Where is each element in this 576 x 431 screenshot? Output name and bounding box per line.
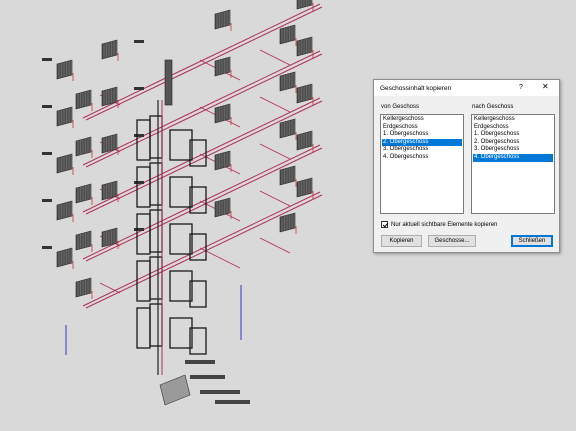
radiator-shape bbox=[296, 130, 313, 151]
dimension-label bbox=[134, 181, 144, 184]
close-dialog-button[interactable]: Schließen bbox=[511, 235, 553, 247]
shaft-frame bbox=[169, 270, 193, 302]
boiler-annotation bbox=[200, 390, 240, 394]
pipe-branch bbox=[259, 237, 291, 254]
radiator-shape bbox=[214, 150, 231, 171]
pipe-branch bbox=[259, 96, 291, 113]
radiator-shape bbox=[75, 136, 92, 157]
floor-list-item[interactable]: 4. Obergeschoss bbox=[473, 153, 553, 162]
dimension-label bbox=[134, 134, 144, 137]
pipe-run bbox=[85, 122, 179, 168]
shaft-frame bbox=[149, 209, 163, 253]
dimension-label bbox=[134, 40, 144, 43]
boiler-unit bbox=[159, 374, 191, 406]
pipe-branch bbox=[259, 49, 291, 66]
radiator-shape bbox=[56, 106, 73, 127]
copy-button[interactable]: Kopieren bbox=[381, 235, 422, 247]
chimney bbox=[164, 59, 173, 106]
floors-button[interactable]: Geschosse... bbox=[428, 235, 476, 247]
floor-list-item[interactable]: Erdgeschoss bbox=[473, 124, 553, 132]
floor-list-item[interactable]: 4. Obergeschoss bbox=[382, 154, 462, 162]
radiator-shape bbox=[279, 71, 296, 92]
pipe-branch bbox=[259, 143, 291, 160]
help-icon[interactable]: ? bbox=[519, 84, 523, 91]
visible-only-checkbox-label: Nur aktuell sichtbare Elemente kopieren bbox=[391, 222, 498, 228]
shaft-frame bbox=[169, 223, 193, 255]
floor-list-item[interactable]: Kellergeschoss bbox=[382, 116, 462, 124]
radiator-shape bbox=[279, 165, 296, 186]
pipe-run bbox=[175, 97, 321, 168]
radiator-shape bbox=[56, 153, 73, 174]
pipe-run bbox=[85, 75, 179, 121]
dimension-label bbox=[42, 58, 52, 61]
radiator-shape bbox=[214, 103, 231, 124]
radiator-shape bbox=[279, 212, 296, 233]
floor-list-item[interactable]: 3. Obergeschoss bbox=[382, 146, 462, 154]
radiator-shape bbox=[56, 59, 73, 80]
close-icon[interactable]: ✕ bbox=[542, 83, 549, 91]
boiler-annotation bbox=[185, 360, 215, 364]
radiator-shape bbox=[56, 200, 73, 221]
dialog-title: Geschossinhalt kopieren bbox=[380, 85, 452, 92]
shaft-frame bbox=[149, 256, 163, 300]
dimension-label bbox=[42, 199, 52, 202]
boiler-annotation bbox=[215, 400, 250, 404]
dimension-label bbox=[42, 152, 52, 155]
radiator-shape bbox=[279, 24, 296, 45]
radiator-shape bbox=[75, 277, 92, 298]
floor-list-item[interactable]: 2. Obergeschoss bbox=[473, 139, 553, 147]
shaft-frame bbox=[149, 115, 163, 159]
radiator-shape bbox=[214, 56, 231, 77]
pipe-run bbox=[85, 169, 179, 215]
from-floor-label: von Geschoss bbox=[381, 104, 420, 110]
radiator-shape bbox=[296, 177, 313, 198]
radiator-shape bbox=[101, 39, 118, 60]
pipe-run bbox=[175, 50, 321, 121]
pipe-branch bbox=[259, 190, 291, 207]
from-floor-list[interactable]: Kellergeschoss Erdgeschoss 1. Obergeschoss… bbox=[380, 114, 464, 214]
radiator-shape bbox=[214, 9, 231, 30]
shaft-frame bbox=[149, 303, 163, 347]
shaft-frame bbox=[169, 129, 193, 161]
radiator-shape bbox=[75, 183, 92, 204]
dimension-label bbox=[134, 228, 144, 231]
visible-only-checkbox[interactable] bbox=[381, 221, 388, 228]
shaft-frame bbox=[169, 176, 193, 208]
radiator-shape bbox=[56, 247, 73, 268]
radiator-shape bbox=[296, 83, 313, 104]
radiator-shape bbox=[296, 0, 313, 10]
floor-list-item[interactable]: 1. Obergeschoss bbox=[382, 131, 462, 139]
pipe-run bbox=[177, 194, 323, 265]
pipe-branch bbox=[99, 282, 121, 294]
dimension-label bbox=[134, 87, 144, 90]
to-floor-label: nach Geschoss bbox=[472, 104, 514, 110]
floor-list-item[interactable]: 2. Obergeschoss bbox=[382, 138, 462, 147]
pipe-run bbox=[85, 263, 179, 309]
pipe-run bbox=[85, 216, 179, 262]
radiator-shape bbox=[214, 197, 231, 218]
shaft-frame bbox=[149, 162, 163, 206]
floor-list-item[interactable]: 1. Obergeschoss bbox=[473, 131, 553, 139]
boiler-annotation bbox=[190, 375, 225, 379]
shaft-frame bbox=[169, 317, 193, 349]
dimension-label bbox=[42, 105, 52, 108]
copy-floor-content-dialog: Geschossinhalt kopieren ? ✕ von Geschoss… bbox=[373, 79, 560, 253]
pipe-run bbox=[175, 3, 321, 74]
radiator-shape bbox=[296, 36, 313, 57]
dimension-label bbox=[42, 246, 52, 249]
shaft-frame bbox=[136, 307, 151, 349]
radiator-shape bbox=[279, 118, 296, 139]
floor-list-item[interactable]: Kellergeschoss bbox=[473, 116, 553, 124]
floor-list-item[interactable]: Erdgeschoss bbox=[382, 124, 462, 132]
radiator-shape bbox=[75, 89, 92, 110]
dialog-title-bar: Geschossinhalt kopieren ? ✕ bbox=[374, 80, 559, 96]
pipe-run bbox=[175, 191, 321, 262]
floor-list-item[interactable]: 3. Obergeschoss bbox=[473, 146, 553, 154]
pipe-run bbox=[175, 144, 321, 215]
radiator-shape bbox=[75, 230, 92, 251]
to-floor-list[interactable]: Kellergeschoss Erdgeschoss 1. Obergeschoss… bbox=[471, 114, 555, 214]
